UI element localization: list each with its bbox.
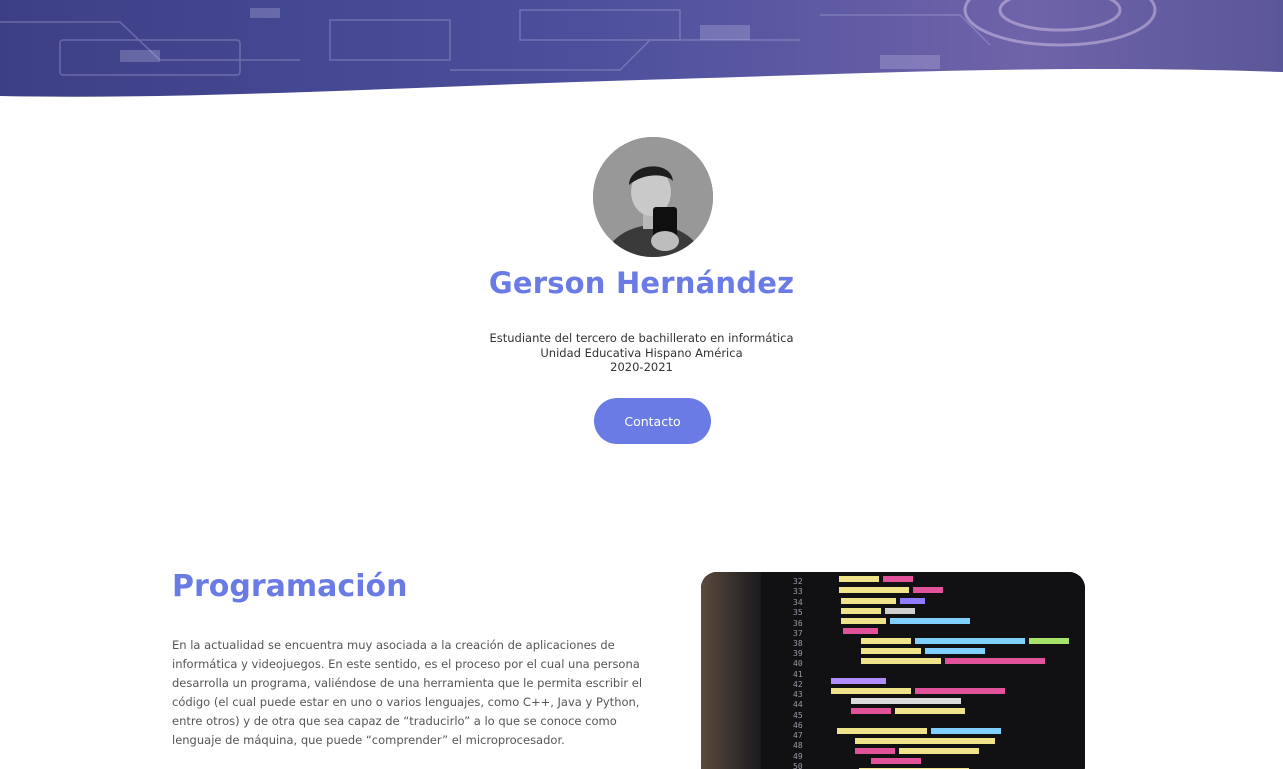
code-screen-image: 32 33 34 35 36 37 38 39 40 41 42 43 44 45 46 47 48 4… [701,572,1085,769]
section-title: Programación [172,569,408,604]
svg-text:35: 35 [793,608,803,617]
profile-line-school: Unidad Educativa Hispano América [540,345,743,360]
svg-text:37: 37 [793,629,803,638]
svg-text:45: 45 [793,711,803,720]
svg-text:34: 34 [793,598,803,607]
svg-text:32: 32 [793,577,803,586]
page: Gerson Hernández Estudiante del tercero … [0,0,1283,769]
code-screen-icon: 323334 353637 383940 414243 444546 47484… [701,572,1085,769]
section-paragraph: En la actualidad se encuentra muy asocia… [172,638,643,747]
profile-line-years: 2020-2021 [610,360,673,374]
svg-text:44: 44 [793,700,803,709]
svg-text:40: 40 [793,659,803,668]
hero-banner [0,0,1283,110]
svg-text:43: 43 [793,690,803,699]
svg-text:38: 38 [793,639,803,648]
circuit-board-image [0,0,1283,110]
svg-text:39: 39 [793,649,803,658]
profile-name: Gerson Hernández [488,266,795,300]
profile-photo-icon [593,137,713,257]
svg-text:33: 33 [793,587,803,596]
profile-line-role: Estudiante del tercero de bachillerato e… [489,331,794,345]
svg-text:48: 48 [793,741,803,750]
svg-text:46: 46 [793,721,803,730]
profile-description: Estudiante del tercero de bachillerato e… [0,331,1283,375]
contact-button[interactable]: Contacto [594,398,711,444]
svg-text:47: 47 [793,731,803,740]
svg-text:36: 36 [793,619,803,628]
avatar [593,137,713,257]
svg-text:41: 41 [793,670,803,679]
svg-text:49: 49 [793,752,803,761]
svg-text:42: 42 [793,680,803,689]
svg-text:50: 50 [793,762,803,769]
